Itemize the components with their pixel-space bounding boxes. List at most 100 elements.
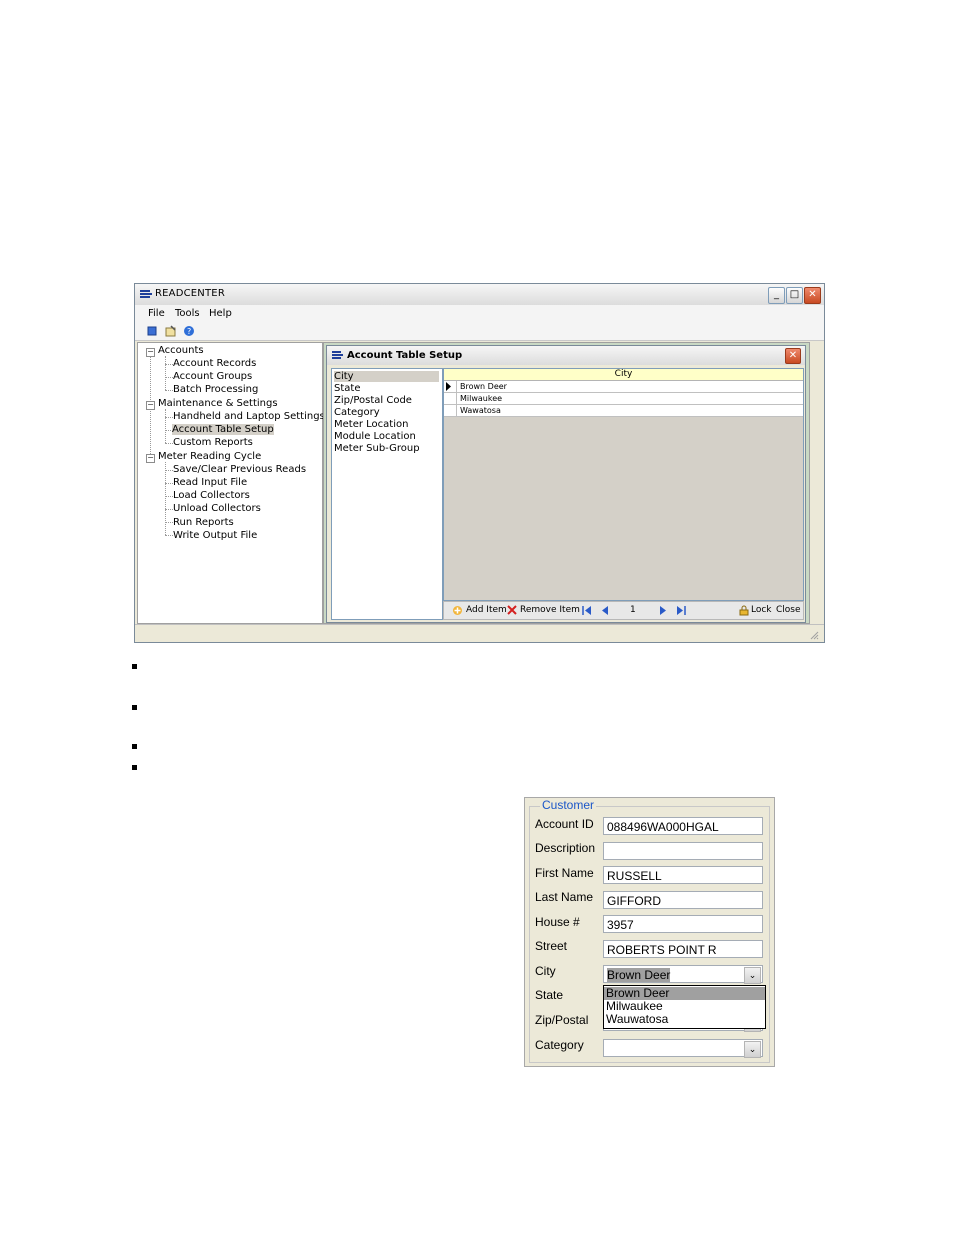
lock-button[interactable]: Lock bbox=[751, 605, 772, 615]
table-item-zip-postal-code[interactable]: Zip/Postal Code bbox=[334, 395, 412, 406]
table-item-meter-location[interactable]: Meter Location bbox=[334, 419, 408, 430]
add-item-icon[interactable] bbox=[452, 605, 463, 616]
tree-item-unload-collectors[interactable]: Unload Collectors bbox=[173, 503, 261, 514]
tree-item-read-input-file[interactable]: Read Input File bbox=[173, 477, 247, 488]
city-select[interactable]: Brown Deer ⌄ bbox=[603, 965, 763, 984]
description-field[interactable] bbox=[603, 842, 763, 860]
toolbar: ? bbox=[135, 323, 824, 341]
city-dropdown-list: Brown Deer Milwaukee Wauwatosa bbox=[603, 985, 766, 1029]
help-icon[interactable]: ? bbox=[183, 325, 195, 337]
row-indicator-icon bbox=[444, 381, 457, 392]
table-item-city[interactable]: City bbox=[334, 371, 439, 382]
maximize-button[interactable]: □ bbox=[786, 287, 803, 304]
status-bar bbox=[135, 624, 824, 642]
expander-accounts-icon[interactable]: − bbox=[146, 348, 155, 357]
bullet-point bbox=[132, 765, 137, 770]
chevron-down-icon[interactable]: ⌄ bbox=[744, 967, 761, 984]
tree-item-account-groups[interactable]: Account Groups bbox=[173, 371, 252, 382]
street-field[interactable]: ROBERTS POINT R bbox=[603, 940, 763, 958]
tree-item-account-table-setup[interactable]: Account Table Setup bbox=[172, 424, 274, 435]
dialog-close-button[interactable]: ✕ bbox=[785, 348, 801, 364]
tree-item-custom-reports[interactable]: Custom Reports bbox=[173, 437, 253, 448]
city-grid: City Brown Deer Milwaukee Wawatosa bbox=[443, 368, 804, 601]
street-label: Street bbox=[535, 939, 568, 953]
window-title: READCENTER bbox=[155, 288, 225, 299]
readcenter-window: READCENTER _ □ ✕ File Tools Help ? − Acc… bbox=[134, 283, 825, 643]
remove-item-icon[interactable] bbox=[507, 605, 517, 615]
customer-legend: Customer bbox=[540, 798, 597, 812]
lock-icon[interactable] bbox=[739, 605, 749, 616]
add-item-button[interactable]: Add Item bbox=[466, 605, 507, 615]
expander-maintenance-icon[interactable]: − bbox=[146, 401, 155, 410]
bullet-point bbox=[132, 705, 137, 710]
zip-postal-label: Zip/Postal bbox=[535, 1013, 589, 1027]
last-name-label: Last Name bbox=[535, 890, 594, 904]
dialog-title: Account Table Setup bbox=[347, 350, 463, 361]
last-record-icon[interactable] bbox=[676, 606, 686, 615]
description-label: Description bbox=[535, 841, 596, 855]
resize-grip-icon[interactable] bbox=[809, 630, 819, 640]
tree-item-handheld-laptop-settings[interactable]: Handheld and Laptop Settings bbox=[173, 411, 325, 422]
account-id-field[interactable]: 088496WA000HGAL bbox=[603, 817, 763, 835]
city-select-value: Brown Deer bbox=[607, 968, 671, 982]
tree-item-load-collectors[interactable]: Load Collectors bbox=[173, 490, 250, 501]
remove-item-button[interactable]: Remove Item bbox=[520, 605, 580, 615]
menu-file[interactable]: File bbox=[148, 308, 165, 319]
navigation-tree: − Accounts Account Records Account Group… bbox=[137, 342, 325, 624]
city-option-wauwatosa[interactable]: Wauwatosa bbox=[604, 1013, 765, 1026]
account-table-setup-dialog: Account Table Setup ✕ City State Zip/Pos… bbox=[326, 345, 806, 623]
chevron-down-icon[interactable]: ⌄ bbox=[744, 1041, 761, 1058]
account-id-label: Account ID bbox=[535, 817, 594, 831]
customer-panel: Customer Account ID 088496WA000HGAL Desc… bbox=[524, 797, 775, 1067]
grid-navigator: Add Item Remove Item 1 Lock Close bbox=[443, 601, 804, 620]
menu-help[interactable]: Help bbox=[209, 308, 232, 319]
table-item-category[interactable]: Category bbox=[334, 407, 380, 418]
close-button[interactable]: ✕ bbox=[804, 287, 821, 304]
dialog-title-bar[interactable]: Account Table Setup ✕ bbox=[327, 346, 805, 365]
table-item-state[interactable]: State bbox=[334, 383, 360, 394]
last-name-field[interactable]: GIFFORD bbox=[603, 891, 763, 909]
svg-text:?: ? bbox=[187, 327, 191, 336]
bullet-point bbox=[132, 744, 137, 749]
tree-group-accounts[interactable]: Accounts bbox=[158, 345, 204, 356]
tree-item-batch-processing[interactable]: Batch Processing bbox=[173, 384, 258, 395]
close-dialog-button[interactable]: Close bbox=[776, 605, 801, 615]
category-select[interactable]: ⌄ bbox=[603, 1039, 763, 1058]
table-item-module-location[interactable]: Module Location bbox=[334, 431, 416, 442]
first-record-icon[interactable] bbox=[582, 606, 592, 615]
first-name-label: First Name bbox=[535, 866, 594, 880]
expander-meter-reading-icon[interactable]: − bbox=[146, 454, 155, 463]
settings-icon[interactable] bbox=[165, 325, 177, 337]
table-row[interactable]: Wawatosa bbox=[444, 405, 803, 417]
bullet-point bbox=[132, 664, 137, 669]
first-name-field[interactable]: RUSSELL bbox=[603, 866, 763, 884]
table-item-meter-sub-group[interactable]: Meter Sub-Group bbox=[334, 443, 420, 454]
house-number-label: House # bbox=[535, 915, 580, 929]
table-list: City State Zip/Postal Code Category Mete… bbox=[331, 368, 443, 620]
city-label: City bbox=[535, 964, 556, 978]
tree-group-meter-reading-cycle[interactable]: Meter Reading Cycle bbox=[158, 451, 261, 462]
next-record-icon[interactable] bbox=[659, 606, 667, 615]
menu-bar: File Tools Help bbox=[135, 305, 824, 323]
grid-column-header[interactable]: City bbox=[444, 369, 803, 381]
row-header bbox=[444, 405, 457, 416]
category-label: Category bbox=[535, 1038, 584, 1052]
house-number-field[interactable]: 3957 bbox=[603, 915, 763, 933]
minimize-button[interactable]: _ bbox=[768, 287, 785, 304]
tree-item-save-clear-reads[interactable]: Save/Clear Previous Reads bbox=[173, 464, 306, 475]
previous-record-icon[interactable] bbox=[601, 606, 609, 615]
table-row[interactable]: Brown Deer bbox=[444, 381, 803, 393]
table-row[interactable]: Milwaukee bbox=[444, 393, 803, 405]
state-label: State bbox=[535, 988, 564, 1002]
dialog-logo-icon bbox=[332, 351, 343, 359]
menu-tools[interactable]: Tools bbox=[175, 308, 200, 319]
tree-item-account-records[interactable]: Account Records bbox=[173, 358, 256, 369]
row-header bbox=[444, 393, 457, 404]
app-logo-icon bbox=[140, 290, 152, 298]
tree-item-write-output-file[interactable]: Write Output File bbox=[173, 530, 257, 541]
save-icon[interactable] bbox=[147, 326, 157, 336]
title-bar[interactable]: READCENTER _ □ ✕ bbox=[135, 284, 824, 306]
record-position[interactable]: 1 bbox=[630, 605, 636, 615]
tree-item-run-reports[interactable]: Run Reports bbox=[173, 517, 234, 528]
tree-group-maintenance-settings[interactable]: Maintenance & Settings bbox=[158, 398, 278, 409]
